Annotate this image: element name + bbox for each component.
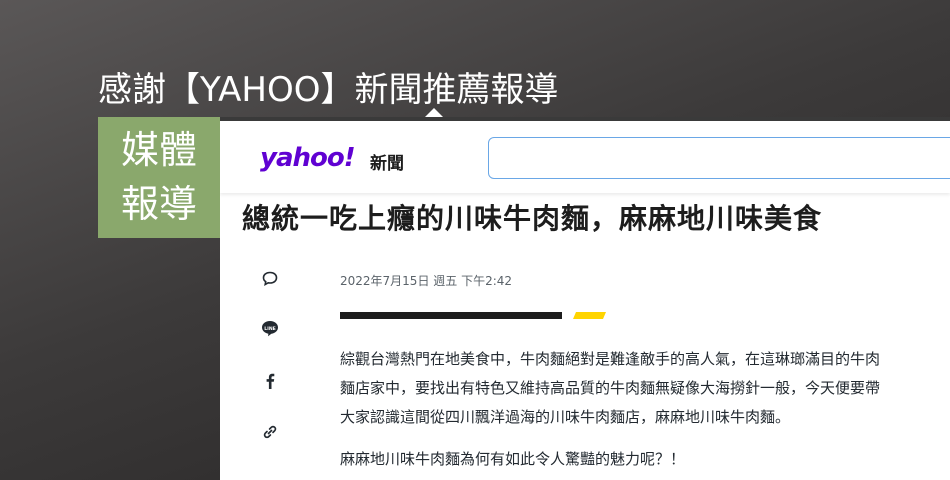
badge-line-1: 媒體 (120, 128, 197, 172)
paragraph-1-line-1: 綜觀台灣熱門在地美食中，牛肉麵絕對是難逢敵手的高人氣，在這琳瑯滿目的牛肉 (340, 350, 881, 368)
media-report-badge: 媒體 報導 (98, 117, 220, 238)
line-icon[interactable]: LINE (258, 317, 282, 341)
screenshot-pointer (425, 108, 443, 117)
paragraph-1-line-2: 麵店家中，要找出有特色又維持高品質的牛肉麵無疑像大海撈針一般，今天便要帶 (340, 379, 881, 397)
paragraph-2: 麻麻地川味牛肉麵為何有如此令人驚豔的魅力呢？！ (340, 450, 686, 468)
article-divider (340, 312, 606, 319)
link-icon[interactable] (258, 420, 282, 444)
yahoo-section-label[interactable]: 新聞 (370, 149, 404, 174)
facebook-icon[interactable] (258, 369, 282, 393)
svg-text:LINE: LINE (264, 326, 276, 332)
article-body: 綜觀台灣熱門在地美食中，牛肉麵絕對是難逢敵手的高人氣，在這琳瑯滿目的牛肉 麵店家… (340, 345, 950, 474)
article-date: 2022年7月15日 週五 下午2:42 (340, 274, 513, 288)
badge-line-2: 報導 (120, 182, 197, 226)
article-headline: 總統一吃上癮的川味牛肉麵，麻麻地川味美食 (242, 202, 823, 235)
slide-title: 感謝【YAHOO】新聞推薦報導 (98, 70, 559, 110)
paragraph-1-line-3: 大家認識這間從四川飄洋過海的川味牛肉麵店，麻麻地川味牛肉麵。 (340, 408, 791, 426)
header-top-strip (220, 117, 950, 121)
yahoo-header: yahoo! 新聞 (220, 117, 950, 193)
yahoo-news-screenshot: yahoo! 新聞 總統一吃上癮的川味牛肉麵，麻麻地川味美食 LINE 2022… (220, 117, 950, 480)
search-input[interactable] (488, 137, 950, 179)
yahoo-logo[interactable]: yahoo! (260, 143, 356, 173)
comment-icon[interactable] (258, 267, 282, 291)
